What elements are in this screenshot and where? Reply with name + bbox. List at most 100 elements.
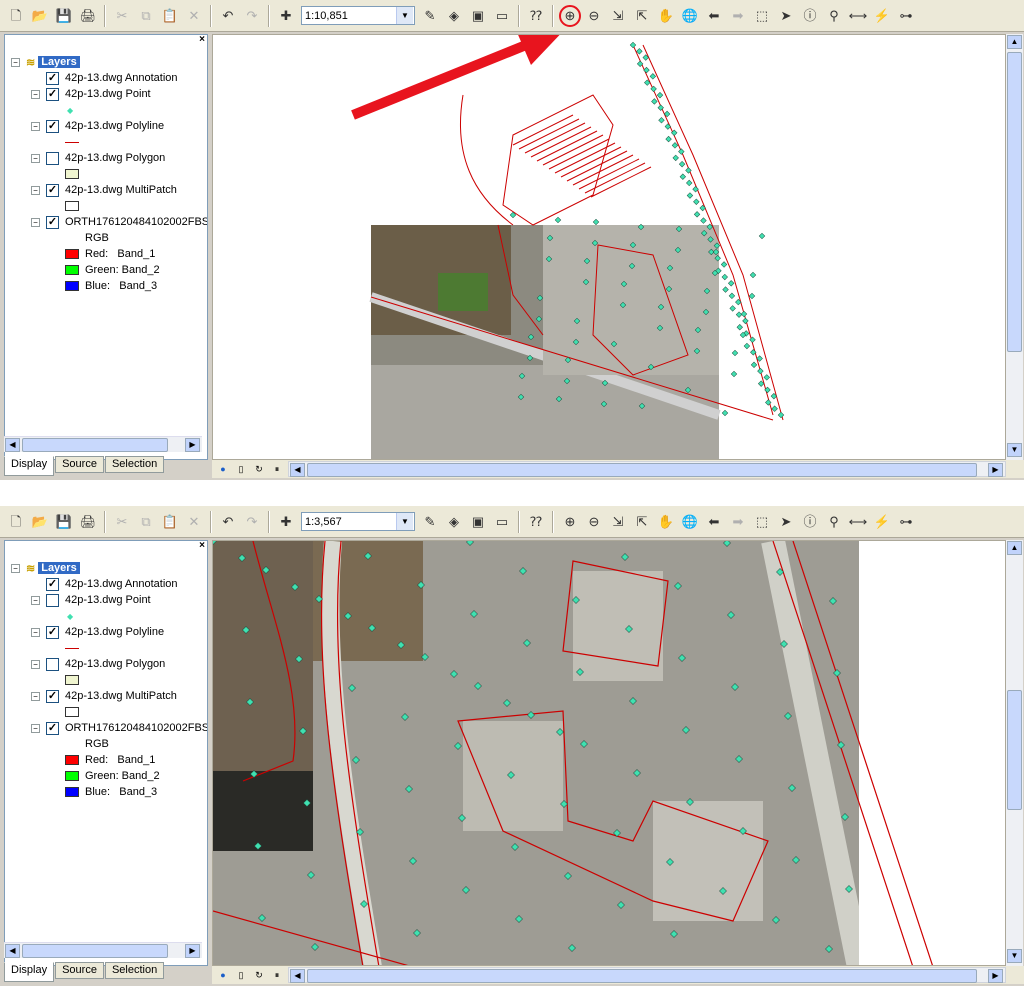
toc-layer-item[interactable]: − ✓ 42p-13.dwg Polyline [31,119,164,133]
tab-source[interactable]: Source [55,962,104,979]
toc-horizontal-scrollbar[interactable]: ◀ ▶ [4,942,202,958]
toc-layer-item[interactable]: − ✓ 42p-13.dwg MultiPatch [31,183,177,197]
select-elements-button[interactable]: ➤ [775,511,797,533]
find-button[interactable]: ⚲ [823,511,845,533]
zoom-in-button[interactable]: ⊕ [559,511,581,533]
layer-visibility-checkbox[interactable]: ✓ [46,689,59,703]
print-button[interactable]: 🖨 [77,5,99,27]
toc-horizontal-scrollbar[interactable]: ◀ ▶ [4,436,202,452]
hyperlink-button[interactable]: ⚡ [871,5,893,27]
map-scale-combo[interactable]: ▼ [301,512,415,531]
layer-name-label[interactable]: 42p-13.dwg Polygon [65,658,165,670]
paste-button[interactable]: 📋 [159,511,181,533]
arccatalog-button[interactable]: ◈ [443,511,465,533]
toc-layer-item[interactable]: ✓ 42p-13.dwg Annotation [46,71,178,85]
next-extent-button[interactable]: ➡ [727,5,749,27]
collapse-icon[interactable]: − [31,153,40,163]
map-canvas[interactable] [213,541,1006,966]
refresh-button[interactable]: ↻ [252,462,266,476]
arctoolbox-button[interactable]: ▣ [467,511,489,533]
zoom-in-button[interactable]: ⊕ [559,4,581,27]
toc-layer-item[interactable]: − ✓ ORTH176120484102002FBS [31,215,207,229]
full-extent-button[interactable]: 🌐 [679,511,701,533]
scroll-down-icon[interactable]: ▼ [1007,443,1022,457]
collapse-icon[interactable]: − [31,121,40,131]
delete-button[interactable]: ✕ [183,5,205,27]
map-display[interactable] [212,540,1006,966]
tab-source[interactable]: Source [55,456,104,473]
toc-layer-item[interactable]: − 42p-13.dwg Point [31,593,151,607]
whats-this-button[interactable]: ⁇ [525,5,547,27]
layer-visibility-checkbox[interactable]: ✓ [46,721,59,735]
layer-name-label[interactable]: 42p-13.dwg MultiPatch [65,690,177,702]
layer-name-label[interactable]: ORTH176120484102002FBS [65,722,207,734]
delete-button[interactable]: ✕ [183,511,205,533]
pan-button[interactable]: ✋ [655,5,677,27]
tab-display[interactable]: Display [4,456,55,476]
toc-layer-item[interactable]: − ✓ 42p-13.dwg MultiPatch [31,689,177,703]
toc-layer-item[interactable]: − ✓ 42p-13.dwg Point [31,87,151,101]
redo-button[interactable]: ↷ [241,511,263,533]
undo-button[interactable]: ↶ [217,511,239,533]
open-button[interactable]: 📂 [29,511,51,533]
pause-drawing-button[interactable]: ⏸ [270,968,284,982]
new-document-button[interactable]: 🗋 [5,5,27,27]
scroll-right-icon[interactable]: ▶ [988,463,1003,477]
close-icon[interactable]: × [196,34,208,46]
scroll-up-icon[interactable]: ▲ [1007,35,1022,49]
pan-button[interactable]: ✋ [655,511,677,533]
map-scale-input[interactable] [302,7,396,24]
layer-visibility-checkbox[interactable] [46,593,59,607]
zoom-out-button[interactable]: ⊖ [583,511,605,533]
scroll-thumb[interactable] [1007,52,1022,352]
layer-visibility-checkbox[interactable]: ✓ [46,577,59,591]
layer-name-label[interactable]: 42p-13.dwg Point [65,88,151,100]
add-data-button[interactable]: ✚ [275,511,297,533]
map-horizontal-scrollbar[interactable]: ◀ ▶ [288,967,1006,983]
select-features-button[interactable]: ⬚ [751,511,773,533]
command-line-button[interactable]: ▭ [491,511,513,533]
layer-name-label[interactable]: 42p-13.dwg Polygon [65,152,165,164]
toc-layer-item[interactable]: − 42p-13.dwg Polygon [31,151,165,165]
whats-this-button[interactable]: ⁇ [525,511,547,533]
toc-layer-item[interactable]: − ✓ ORTH176120484102002FBS [31,721,207,735]
scroll-left-icon[interactable]: ◀ [290,969,305,983]
collapse-icon[interactable]: − [11,563,20,573]
scroll-thumb[interactable] [1007,690,1022,810]
map-scale-combo[interactable]: ▼ [301,6,415,25]
scroll-left-icon[interactable]: ◀ [290,463,305,477]
close-icon[interactable]: × [196,540,208,552]
measure-button[interactable]: ⟷ [847,5,869,27]
previous-extent-button[interactable]: ⬅ [703,511,725,533]
map-vertical-scrollbar[interactable]: ▲ ▼ [1006,34,1023,460]
map-vertical-scrollbar[interactable]: ▲ ▼ [1006,540,1023,966]
select-elements-button[interactable]: ➤ [775,5,797,27]
collapse-icon[interactable]: − [31,217,40,227]
identify-button[interactable]: ⓘ [799,511,821,533]
select-features-button[interactable]: ⬚ [751,5,773,27]
add-data-button[interactable]: ✚ [275,5,297,27]
layer-visibility-checkbox[interactable] [46,151,59,165]
chevron-down-icon[interactable]: ▼ [396,7,413,24]
tab-selection[interactable]: Selection [104,962,165,979]
print-button[interactable]: 🖨 [77,511,99,533]
layer-visibility-checkbox[interactable]: ✓ [46,183,59,197]
fixed-zoom-out-button[interactable]: ⇱ [631,511,653,533]
layer-name-label[interactable]: 42p-13.dwg Annotation [65,72,178,84]
new-document-button[interactable]: 🗋 [5,511,27,533]
scroll-left-icon[interactable]: ◀ [5,944,20,958]
editor-toolbar-button[interactable]: ✎ [419,511,441,533]
scroll-left-icon[interactable]: ◀ [5,438,20,452]
chevron-down-icon[interactable]: ▼ [396,513,413,530]
toc-root-layers[interactable]: − ≋ Layers [11,561,80,575]
cut-button[interactable]: ✂ [111,5,133,27]
scroll-right-icon[interactable]: ▶ [988,969,1003,983]
tab-selection[interactable]: Selection [104,456,165,473]
copy-button[interactable]: ⧉ [135,5,157,27]
collapse-icon[interactable]: − [31,659,40,669]
hyperlink-button[interactable]: ⚡ [871,511,893,533]
toc-root-layers[interactable]: − ≋ Layers [11,55,80,69]
open-button[interactable]: 📂 [29,5,51,27]
pause-drawing-button[interactable]: ⏸ [270,462,284,476]
map-scale-input[interactable] [302,513,396,530]
